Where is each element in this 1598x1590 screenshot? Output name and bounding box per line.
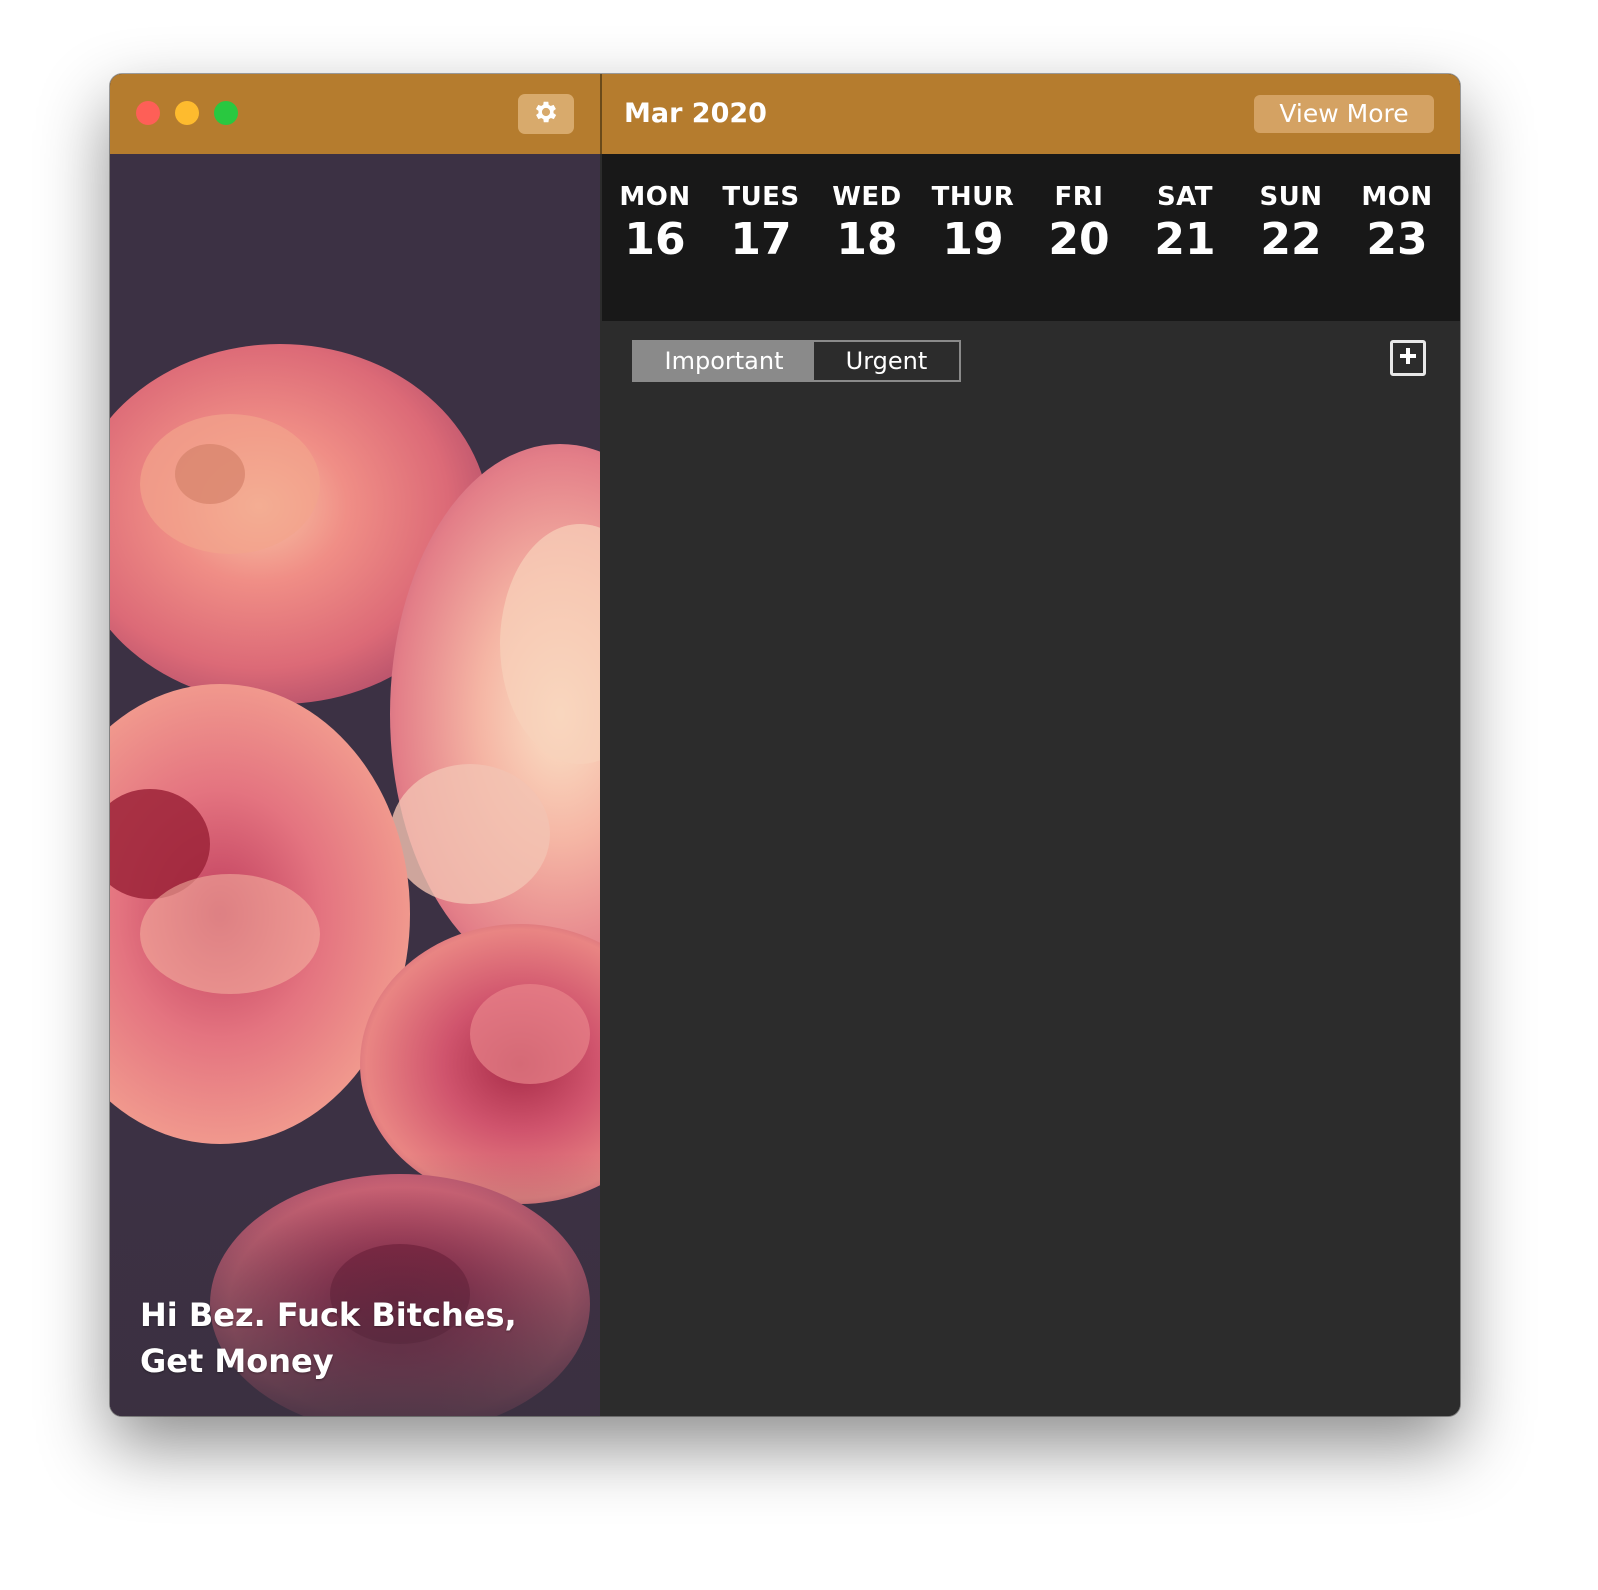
day-tues-17[interactable]: TUES 17: [708, 180, 814, 266]
gear-icon: [532, 98, 560, 131]
minimize-window-button[interactable]: [175, 101, 199, 125]
segment-urgent[interactable]: Urgent: [814, 342, 959, 380]
settings-button[interactable]: [518, 94, 574, 134]
day-name: TUES: [722, 182, 800, 212]
greeting-text: Hi Bez. Fuck Bitches, Get Money: [140, 1292, 580, 1384]
day-number: 18: [836, 214, 898, 265]
day-mon-23[interactable]: MON 23: [1344, 180, 1450, 266]
greeting-line-2: Get Money: [140, 1342, 334, 1380]
day-sat-21[interactable]: SAT 21: [1132, 180, 1238, 266]
day-name: SAT: [1156, 182, 1214, 212]
roses-background-image: Hi Bez. Fuck Bitches, Get Money: [110, 154, 600, 1416]
day-sun-22[interactable]: SUN 22: [1238, 180, 1344, 266]
day-number: 16: [624, 214, 686, 265]
segment-important[interactable]: Important: [634, 342, 814, 380]
close-window-button[interactable]: [136, 101, 160, 125]
day-number: 20: [1048, 214, 1110, 265]
day-name: SUN: [1259, 182, 1323, 212]
month-title: Mar 2020: [624, 98, 767, 129]
day-thur-19[interactable]: THUR 19: [920, 180, 1026, 266]
day-number: 19: [942, 214, 1004, 265]
day-wed-18[interactable]: WED 18: [814, 180, 920, 266]
view-more-button[interactable]: View More: [1254, 95, 1434, 133]
day-number: 23: [1366, 214, 1428, 265]
greeting-line-1: Hi Bez. Fuck Bitches,: [140, 1296, 517, 1334]
day-mon-16[interactable]: MON 16: [602, 180, 708, 266]
day-name: WED: [832, 182, 902, 212]
week-strip: MON 16 TUES 17 WED 18 THUR 19 FRI 20 SAT…: [602, 154, 1460, 321]
maximize-window-button[interactable]: [214, 101, 238, 125]
day-number: 22: [1260, 214, 1322, 265]
main-titlebar: Mar 2020 View More: [602, 74, 1460, 154]
day-name: MON: [1361, 182, 1433, 212]
day-name: FRI: [1054, 182, 1104, 212]
sidebar: Hi Bez. Fuck Bitches, Get Money: [110, 74, 600, 1416]
day-name: MON: [619, 182, 691, 212]
day-number: 17: [730, 214, 792, 265]
day-fri-20[interactable]: FRI 20: [1026, 180, 1132, 266]
day-name: THUR: [931, 182, 1015, 212]
priority-segmented-control: Important Urgent: [632, 340, 961, 382]
add-task-button[interactable]: [1390, 340, 1426, 376]
day-number: 21: [1154, 214, 1216, 265]
plus-square-icon: [1397, 345, 1419, 372]
sidebar-titlebar: [110, 74, 600, 154]
app-window: Hi Bez. Fuck Bitches, Get Money Mar 2020…: [110, 74, 1460, 1416]
main-pane: Mar 2020 View More MON 16 TUES 17 WED 18…: [602, 74, 1460, 1416]
